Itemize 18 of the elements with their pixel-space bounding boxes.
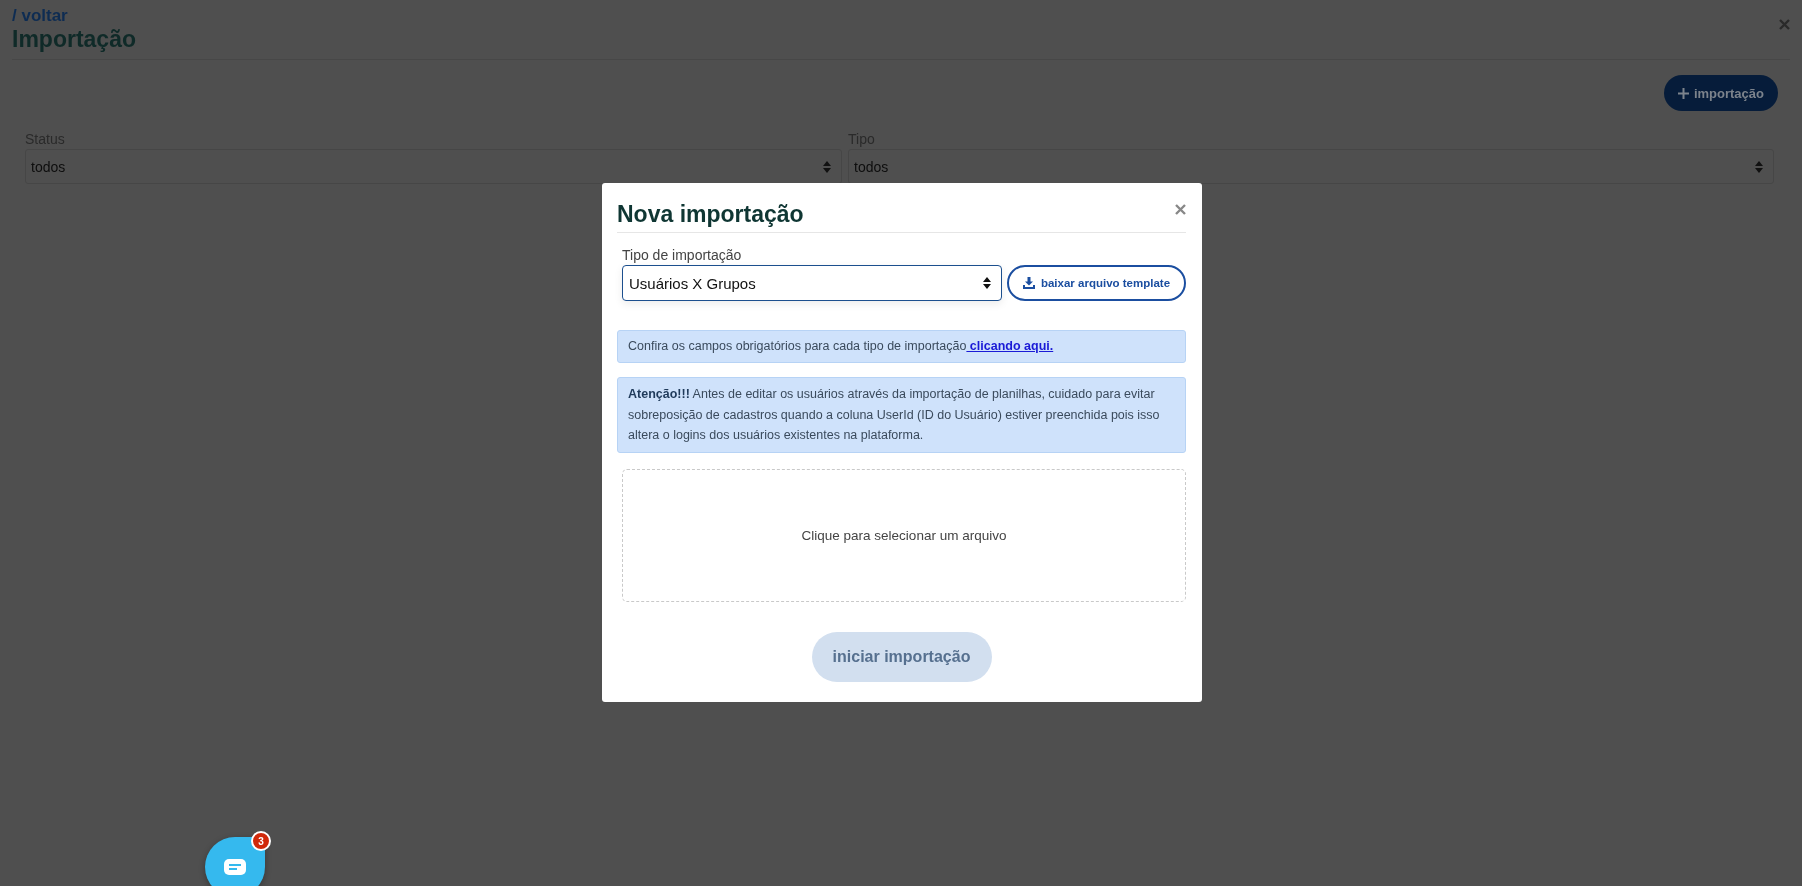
page-title: Importação <box>12 26 136 53</box>
add-import-button[interactable]: importação <box>1663 75 1778 111</box>
file-dropzone[interactable]: Clique para selecionar um arquivo <box>622 468 1186 602</box>
download-template-button[interactable]: baixar arquivo template <box>1007 265 1186 301</box>
chat-icon <box>224 859 246 875</box>
sort-caret-icon <box>1755 160 1763 173</box>
info-message: Confira os campos obrigatórios para cada tipo de importação clicando aqui. <box>617 330 1186 363</box>
modal-title: Nova importação <box>617 201 804 228</box>
sort-caret-icon <box>983 277 991 289</box>
chat-button[interactable] <box>205 837 265 886</box>
import-type-select[interactable]: Usuários X Grupos <box>622 265 1002 301</box>
sort-caret-icon <box>823 160 831 173</box>
warning-message: Atenção!!! Antes de editar os usuários através da importação de planilhas, cuidado para evitar sobreposição de cadastros quando a coluna UserId (ID do Usuário) estiver preenchida pois isso altera o logins dos usuários existentes na plataforma. <box>617 377 1186 453</box>
plus-icon <box>1677 87 1689 99</box>
download-icon <box>1022 277 1035 289</box>
help-link[interactable]: clicando aqui. <box>966 339 1054 353</box>
field-label: Tipo de importação <box>622 247 743 263</box>
notification-badge: 3 <box>251 831 271 851</box>
